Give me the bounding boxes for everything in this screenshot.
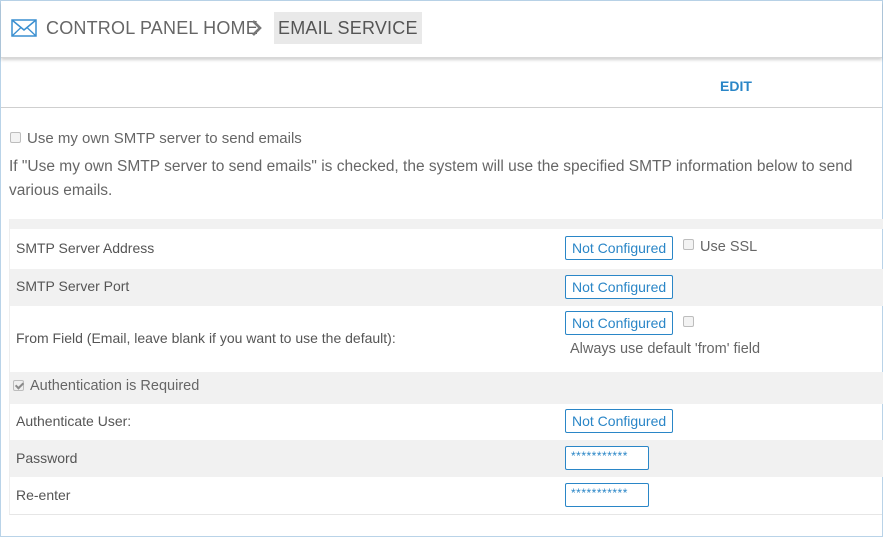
server-port-value[interactable]: Not Configured xyxy=(565,275,674,299)
auth-user-value[interactable]: Not Configured xyxy=(565,409,674,433)
use-ssl-label: Use SSL xyxy=(700,239,758,255)
password-field[interactable]: *********** xyxy=(565,446,649,470)
own-smtp-description: If "Use my own SMTP server to send email… xyxy=(9,158,853,199)
auth-required-checkbox[interactable] xyxy=(13,380,24,391)
row-auth-user: Authenticate User: Not Configured xyxy=(10,404,883,440)
auth-user-label: Authenticate User: xyxy=(16,413,132,429)
auth-required-label: Authentication is Required xyxy=(30,378,200,394)
default-from-label: Always use default 'from' field xyxy=(570,341,761,357)
server-address-value[interactable]: Not Configured xyxy=(565,236,674,260)
breadcrumb: CONTROL PANEL HOME EMAIL SERVICE xyxy=(1,1,882,58)
row-server-port: SMTP Server Port Not Configured xyxy=(10,269,883,306)
smtp-settings-table: SMTP Server Address Not Configured Use S… xyxy=(9,219,883,515)
edit-button[interactable]: EDIT xyxy=(720,78,752,94)
row-server-address: SMTP Server Address Not Configured Use S… xyxy=(10,229,883,269)
row-auth-required: Authentication is Required xyxy=(10,372,883,404)
server-port-label: SMTP Server Port xyxy=(16,278,130,294)
row-reenter: Re-enter *********** xyxy=(10,477,883,514)
from-field-value[interactable]: Not Configured xyxy=(565,311,674,335)
envelope-icon xyxy=(11,19,37,37)
reenter-label: Re-enter xyxy=(16,487,71,503)
own-smtp-checkbox[interactable] xyxy=(10,132,21,143)
default-from-checkbox[interactable] xyxy=(683,316,694,327)
toolbar: EDIT xyxy=(1,62,882,108)
password-label: Password xyxy=(16,450,78,466)
breadcrumb-current: EMAIL SERVICE xyxy=(274,12,422,44)
own-smtp-label: Use my own SMTP server to send emails xyxy=(27,130,302,147)
breadcrumb-home-link[interactable]: CONTROL PANEL HOME xyxy=(46,18,258,39)
row-password: Password *********** xyxy=(10,440,883,477)
server-address-label: SMTP Server Address xyxy=(16,240,155,256)
use-ssl-checkbox[interactable] xyxy=(683,239,694,250)
table-header-band xyxy=(10,219,883,229)
chevron-right-icon xyxy=(252,20,262,36)
reenter-password-field[interactable]: *********** xyxy=(565,483,649,507)
from-field-label: From Field (Email, leave blank if you wa… xyxy=(16,330,396,346)
row-from-field: From Field (Email, leave blank if you wa… xyxy=(10,306,883,372)
